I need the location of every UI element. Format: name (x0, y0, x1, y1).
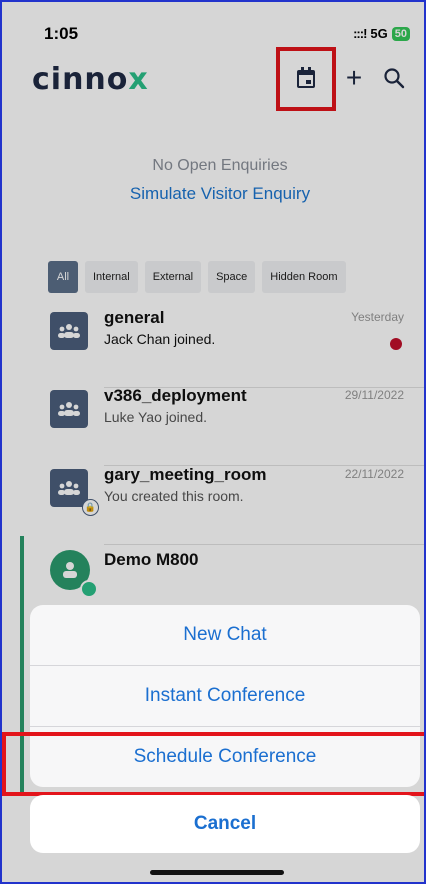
phone-frame: 1:05 :::! 5G 50 cinnox + No Open Enquiri… (0, 0, 426, 884)
home-indicator[interactable] (150, 870, 284, 875)
instant-conference-option[interactable]: Instant Conference (30, 666, 420, 726)
cancel-button[interactable]: Cancel (30, 795, 420, 853)
schedule-highlight (2, 732, 424, 796)
new-chat-option[interactable]: New Chat (30, 605, 420, 665)
